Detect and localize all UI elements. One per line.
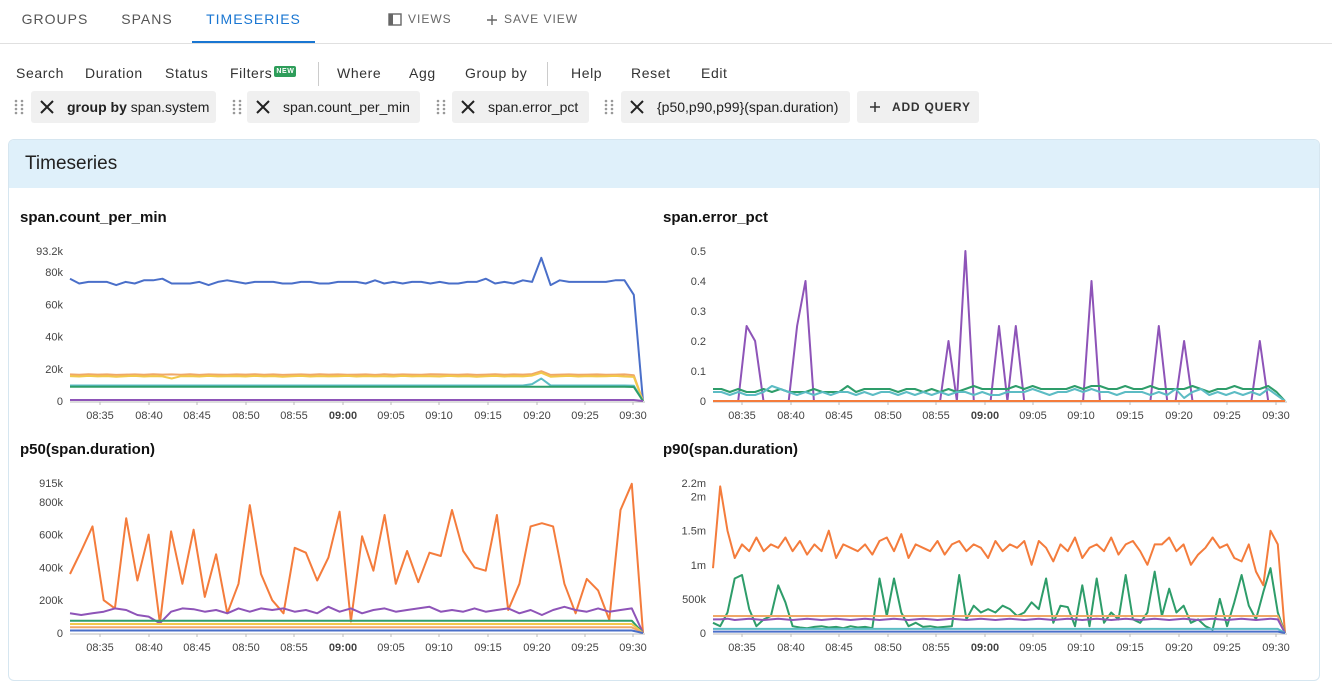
series-line bbox=[713, 630, 1286, 634]
series-line bbox=[712, 567, 1286, 634]
x-tick-label: 09:00 bbox=[971, 642, 999, 654]
y-tick-label: 2.2m bbox=[682, 478, 706, 490]
x-tick-label: 09:05 bbox=[1019, 642, 1047, 654]
x-tick-label: 08:40 bbox=[777, 642, 805, 654]
y-tick-label: 1m bbox=[691, 560, 706, 572]
x-tick-label: 09:20 bbox=[1165, 642, 1193, 654]
y-tick-label: 500k bbox=[682, 594, 706, 606]
x-tick-label: 09:15 bbox=[1116, 642, 1144, 654]
x-tick-label: 08:35 bbox=[728, 642, 756, 654]
series-line bbox=[712, 485, 1286, 634]
x-tick-label: 09:25 bbox=[1213, 642, 1241, 654]
x-tick-label: 08:55 bbox=[922, 642, 950, 654]
x-tick-label: 08:45 bbox=[825, 642, 853, 654]
y-tick-label: 1.5m bbox=[682, 526, 706, 538]
x-tick-label: 08:50 bbox=[874, 642, 902, 654]
y-tick-label: 2m bbox=[691, 492, 706, 504]
x-tick-label: 09:10 bbox=[1067, 642, 1095, 654]
chart-p90-duration: 2.2m 2m 1.5m 1m 500k 0 08:35 08:40 08:45 08:50 08:… bbox=[682, 478, 1290, 654]
x-tick-label: 09:30 bbox=[1262, 642, 1290, 654]
y-tick-label: 0 bbox=[700, 628, 706, 640]
